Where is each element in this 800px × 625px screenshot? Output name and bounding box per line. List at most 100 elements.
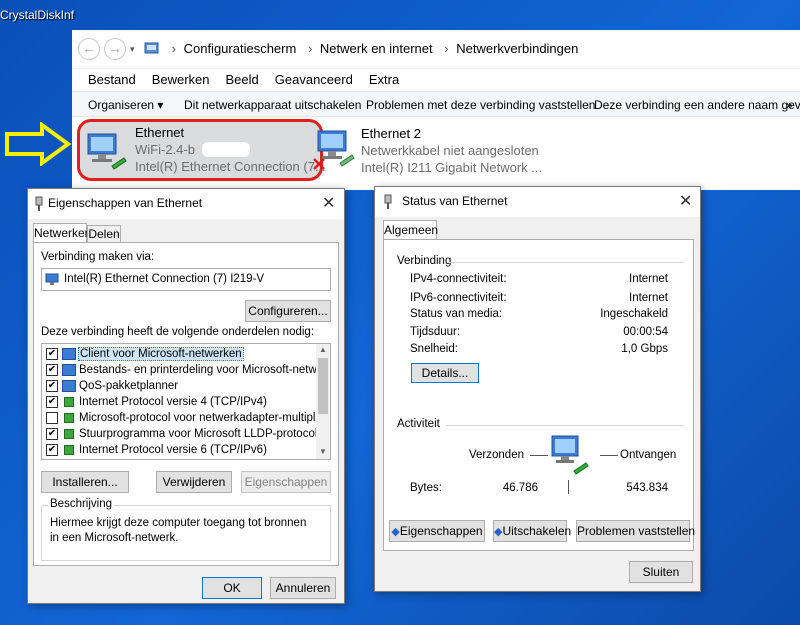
general-panel: Verbinding IPv4-connectiviteit: Internet… bbox=[383, 239, 695, 551]
component-checkbox[interactable]: ✔ bbox=[46, 364, 58, 376]
install-button[interactable]: Installeren... bbox=[41, 471, 129, 493]
cancel-button[interactable]: Annuleren bbox=[270, 577, 336, 599]
component-checkbox[interactable]: ✔ bbox=[46, 396, 58, 408]
properties-button[interactable]: Eigenschappen bbox=[241, 471, 331, 493]
component-checkbox[interactable]: ✔ bbox=[46, 348, 58, 360]
protocol-icon bbox=[64, 429, 74, 439]
breadcrumb: › Configuratiescherm › Netwerk en intern… bbox=[144, 41, 582, 56]
back-button[interactable]: ← bbox=[78, 38, 100, 60]
network-adapter-icon bbox=[87, 133, 127, 170]
item-adapter: Intel(R) I211 Gigabit Network ... bbox=[361, 160, 543, 175]
sent-label: Verzonden bbox=[469, 449, 524, 461]
activity-label: Activiteit bbox=[397, 418, 440, 430]
menu-advanced[interactable]: Geavanceerd bbox=[275, 69, 353, 91]
forward-button[interactable]: → bbox=[104, 38, 126, 60]
menu-file[interactable]: Bestand bbox=[88, 69, 136, 91]
networking-panel: Verbinding maken via: Intel(R) Ethernet … bbox=[33, 242, 339, 566]
divider bbox=[568, 480, 569, 494]
breadcrumb-item[interactable]: Netwerk en internet bbox=[320, 41, 433, 56]
breadcrumb-item[interactable]: Configuratiescherm bbox=[184, 41, 297, 56]
scrollbar-thumb[interactable] bbox=[318, 358, 328, 414]
duration-label: Tijdsduur: bbox=[410, 326, 461, 338]
close-button[interactable]: Sluiten bbox=[629, 561, 693, 583]
uninstall-button[interactable]: Verwijderen bbox=[156, 471, 232, 493]
component-label: Internet Protocol versie 4 (TCP/IPv4) bbox=[79, 396, 267, 408]
protocol-icon bbox=[64, 445, 74, 455]
tab-sharing[interactable]: Delen bbox=[87, 225, 121, 243]
menu-edit[interactable]: Bewerken bbox=[152, 69, 210, 91]
sent-line bbox=[530, 455, 548, 456]
divider bbox=[448, 262, 684, 263]
redaction-blot bbox=[202, 142, 250, 157]
network-item-ethernet[interactable]: Ethernet WiFi-2.4-b Intel(R) Ethernet Co… bbox=[77, 119, 326, 181]
connect-using-label: Verbinding maken via: bbox=[41, 251, 155, 263]
component-label: Microsoft-protocol voor netwerkadapter-m… bbox=[79, 412, 331, 424]
disable-button[interactable]: ◆Uitschakelen bbox=[493, 520, 571, 542]
disable-device-button[interactable]: Dit netwerkapparaat uitschakelen bbox=[184, 92, 361, 118]
status-dialog: Status van Ethernet ✕ Algemeen Verbindin… bbox=[374, 186, 701, 592]
components-list: ✔ Client voor Microsoft-netwerken ✔ Best… bbox=[41, 343, 331, 460]
chevron-right-icon: › bbox=[171, 41, 176, 56]
troubleshoot-button[interactable]: Problemen vaststellen bbox=[576, 520, 695, 542]
explorer-window: ← → ▾ › Configuratiescherm › Netwerk en … bbox=[72, 30, 800, 190]
network-cable-icon bbox=[35, 196, 43, 211]
adapter-field: Intel(R) Ethernet Connection (7) I219-V bbox=[41, 268, 331, 291]
arrow-right-icon bbox=[5, 122, 72, 166]
breadcrumb-item[interactable]: Netwerkverbindingen bbox=[456, 41, 578, 56]
properties-dialog: Eigenschappen van Ethernet ✕ Netwerken D… bbox=[27, 188, 345, 604]
component-label: Client voor Microsoft-netwerken bbox=[78, 347, 244, 361]
media-status-label: Status van media: bbox=[410, 308, 503, 320]
protocol-icon bbox=[64, 397, 74, 407]
ipv4-value: Internet bbox=[629, 273, 668, 285]
address-bar: ← → ▾ › Configuratiescherm › Netwerk en … bbox=[72, 30, 800, 68]
rename-button[interactable]: Deze verbinding een andere naam geven bbox=[594, 92, 800, 118]
titlebar: Eigenschappen van Ethernet ✕ bbox=[28, 189, 344, 219]
component-label: Stuurprogramma voor Microsoft LLDP-proto… bbox=[79, 428, 318, 440]
component-checkbox[interactable] bbox=[46, 412, 58, 424]
ipv6-label: IPv6-connectiviteit: bbox=[410, 292, 507, 304]
network-activity-icon bbox=[551, 435, 589, 475]
tab-networking[interactable]: Netwerken bbox=[33, 223, 91, 243]
component-label: QoS-pakketplanner bbox=[79, 380, 179, 392]
network-client-icon bbox=[62, 348, 76, 360]
close-icon[interactable]: ✕ bbox=[322, 193, 335, 213]
button-label: Eigenschappen bbox=[399, 524, 483, 538]
properties-button[interactable]: ◆Eigenschappen bbox=[389, 520, 485, 542]
control-panel-icon bbox=[144, 42, 159, 54]
protocol-icon bbox=[64, 413, 74, 423]
more-icon[interactable]: » bbox=[786, 92, 793, 118]
troubleshoot-button[interactable]: Problemen met deze verbinding vaststelle… bbox=[366, 92, 595, 118]
component-checkbox[interactable]: ✔ bbox=[46, 428, 58, 440]
command-bar: Organiseren ▾ Dit netwerkapparaat uitsch… bbox=[72, 91, 800, 117]
description-group: Beschrijving Hiermee krijgt deze compute… bbox=[41, 498, 331, 561]
scroll-down-icon[interactable]: ▼ bbox=[319, 447, 327, 456]
configure-button[interactable]: Configureren... bbox=[245, 300, 331, 322]
component-checkbox[interactable]: ✔ bbox=[46, 444, 58, 456]
network-item-ethernet-2[interactable]: Ethernet 2 Netwerkkabel niet aangesloten… bbox=[312, 122, 612, 182]
chevron-down-icon[interactable]: ▾ bbox=[130, 44, 135, 55]
ok-button[interactable]: OK bbox=[202, 577, 262, 599]
organize-button[interactable]: Organiseren ▾ bbox=[88, 92, 163, 118]
speed-label: Snelheid: bbox=[410, 343, 458, 355]
vertical-scrollbar[interactable]: ▲ ▼ bbox=[316, 344, 330, 459]
close-icon[interactable]: ✕ bbox=[679, 191, 692, 211]
button-label: Uitschakelen bbox=[502, 524, 572, 538]
details-button[interactable]: Details... bbox=[411, 363, 479, 383]
bytes-received-value: 543.834 bbox=[626, 482, 668, 494]
speed-value: 1,0 Gbps bbox=[621, 343, 668, 355]
tab-general[interactable]: Algemeen bbox=[383, 220, 438, 240]
titlebar: Status van Ethernet ✕ bbox=[375, 187, 700, 217]
component-label: Bestands- en printerdeling voor Microsof… bbox=[79, 364, 331, 376]
desktop-icon-label[interactable]: CrystalDiskInf bbox=[0, 8, 74, 22]
received-line bbox=[600, 455, 618, 456]
menu-view[interactable]: Beeld bbox=[226, 69, 259, 91]
bytes-sent-value: 46.786 bbox=[502, 482, 538, 494]
item-status: Netwerkkabel niet aangesloten bbox=[361, 143, 539, 158]
scroll-up-icon[interactable]: ▲ bbox=[319, 345, 327, 354]
component-checkbox[interactable]: ✔ bbox=[46, 380, 58, 392]
received-label: Ontvangen bbox=[620, 449, 677, 461]
item-name: Ethernet bbox=[135, 125, 185, 140]
chevron-right-icon: › bbox=[444, 41, 449, 56]
menu-extra[interactable]: Extra bbox=[369, 69, 399, 91]
network-cable-icon bbox=[384, 194, 392, 209]
